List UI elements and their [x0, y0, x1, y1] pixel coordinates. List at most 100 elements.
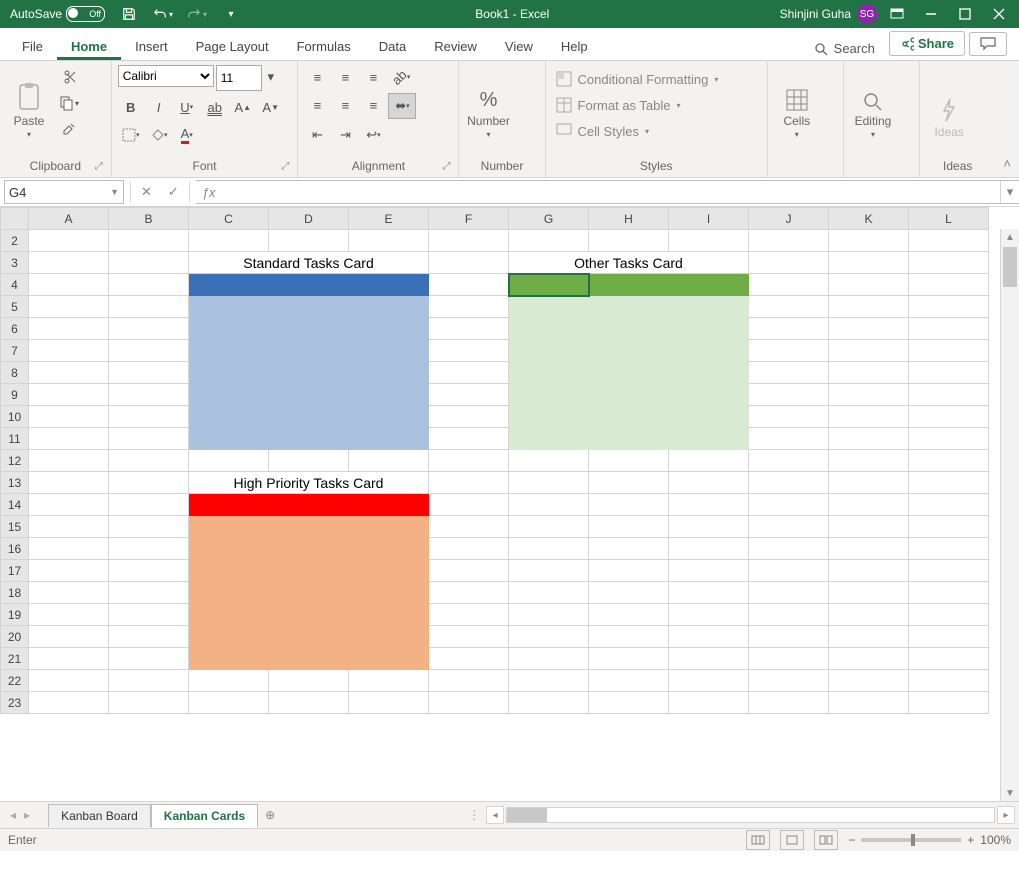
cell[interactable]	[429, 450, 509, 472]
cell[interactable]	[509, 604, 589, 626]
cell[interactable]	[349, 274, 429, 296]
editing-button[interactable]: Editing▾	[850, 65, 896, 139]
cell[interactable]	[429, 516, 509, 538]
cell[interactable]	[269, 384, 349, 406]
cell[interactable]	[509, 428, 589, 450]
cell[interactable]	[29, 406, 109, 428]
cut-button[interactable]	[56, 65, 82, 89]
align-right-button[interactable]: ≡	[360, 93, 386, 117]
view-page-layout-button[interactable]	[780, 830, 804, 850]
cell[interactable]	[749, 340, 829, 362]
cell[interactable]	[29, 670, 109, 692]
copy-button[interactable]: ▾	[56, 91, 82, 115]
cell[interactable]	[829, 626, 909, 648]
cell[interactable]	[349, 494, 429, 516]
cell[interactable]	[829, 252, 909, 274]
cell[interactable]	[29, 494, 109, 516]
cell[interactable]	[29, 450, 109, 472]
cell[interactable]	[669, 450, 749, 472]
cell[interactable]	[269, 340, 349, 362]
column-header[interactable]: K	[829, 208, 909, 230]
cell[interactable]	[29, 582, 109, 604]
format-painter-button[interactable]	[56, 117, 82, 141]
cell[interactable]: High Priority Tasks Card	[189, 472, 429, 494]
cell[interactable]	[829, 296, 909, 318]
cell[interactable]	[349, 296, 429, 318]
cell[interactable]	[589, 560, 669, 582]
number-format-button[interactable]: % Number ▾	[465, 65, 511, 139]
cell[interactable]	[189, 406, 269, 428]
save-icon[interactable]	[115, 2, 143, 26]
column-header[interactable]: B	[109, 208, 189, 230]
cell[interactable]	[109, 626, 189, 648]
font-launcher-icon[interactable]: ⤢	[279, 161, 291, 173]
row-header[interactable]: 20	[1, 626, 29, 648]
cell[interactable]	[669, 538, 749, 560]
scroll-down-icon[interactable]: ▼	[1002, 785, 1018, 801]
cells-button[interactable]: Cells▾	[774, 65, 820, 139]
format-as-table-button[interactable]: Format as Table▾	[552, 95, 685, 115]
cell[interactable]	[429, 582, 509, 604]
cell[interactable]	[269, 494, 349, 516]
zoom-slider[interactable]	[861, 838, 961, 842]
cell[interactable]	[749, 230, 829, 252]
column-header[interactable]: A	[29, 208, 109, 230]
cell[interactable]	[429, 406, 509, 428]
name-box[interactable]: G4 ▼	[4, 180, 124, 204]
cell[interactable]	[589, 516, 669, 538]
cell[interactable]	[909, 318, 989, 340]
cell[interactable]	[509, 560, 589, 582]
cell[interactable]	[749, 384, 829, 406]
cell[interactable]	[269, 604, 349, 626]
close-icon[interactable]	[985, 2, 1013, 26]
align-top-button[interactable]: ≡	[304, 65, 330, 89]
cell[interactable]	[349, 340, 429, 362]
row-header[interactable]: 10	[1, 406, 29, 428]
cell[interactable]	[349, 516, 429, 538]
cell[interactable]	[429, 230, 509, 252]
font-size-input[interactable]	[216, 65, 262, 91]
cell[interactable]	[269, 582, 349, 604]
cell[interactable]	[269, 296, 349, 318]
cell[interactable]	[749, 604, 829, 626]
cell[interactable]	[589, 384, 669, 406]
cell[interactable]	[109, 692, 189, 714]
cell[interactable]	[349, 626, 429, 648]
italic-button[interactable]: I	[146, 95, 172, 119]
cell[interactable]	[109, 428, 189, 450]
cell[interactable]	[109, 230, 189, 252]
cell[interactable]	[909, 626, 989, 648]
cell[interactable]	[109, 670, 189, 692]
cell[interactable]	[269, 428, 349, 450]
cell[interactable]	[749, 428, 829, 450]
column-header[interactable]: C	[189, 208, 269, 230]
view-normal-button[interactable]	[746, 830, 770, 850]
zoom-controls[interactable]: − + 100%	[848, 833, 1011, 847]
cell[interactable]	[589, 318, 669, 340]
column-header[interactable]: H	[589, 208, 669, 230]
cell[interactable]	[349, 560, 429, 582]
cell[interactable]	[429, 384, 509, 406]
cell[interactable]	[29, 340, 109, 362]
cell[interactable]	[669, 516, 749, 538]
cell[interactable]	[589, 582, 669, 604]
cell[interactable]	[909, 494, 989, 516]
tab-insert[interactable]: Insert	[121, 33, 182, 60]
cell[interactable]	[909, 670, 989, 692]
formula-bar[interactable]: ƒx ▾	[196, 180, 1019, 204]
hscroll-left-icon[interactable]: ◂	[486, 806, 504, 824]
cell[interactable]	[429, 252, 509, 274]
cell[interactable]	[669, 626, 749, 648]
zoom-out-button[interactable]: −	[848, 833, 855, 847]
cell[interactable]	[429, 274, 509, 296]
cell[interactable]	[349, 362, 429, 384]
scroll-up-icon[interactable]: ▲	[1002, 229, 1018, 245]
cell[interactable]	[269, 450, 349, 472]
cell[interactable]	[109, 648, 189, 670]
row-header[interactable]: 18	[1, 582, 29, 604]
cell[interactable]	[669, 648, 749, 670]
formula-expand-icon[interactable]: ▾	[1000, 181, 1019, 203]
cell[interactable]	[189, 692, 269, 714]
font-color-button[interactable]: A▾	[174, 123, 200, 147]
cell[interactable]	[29, 560, 109, 582]
